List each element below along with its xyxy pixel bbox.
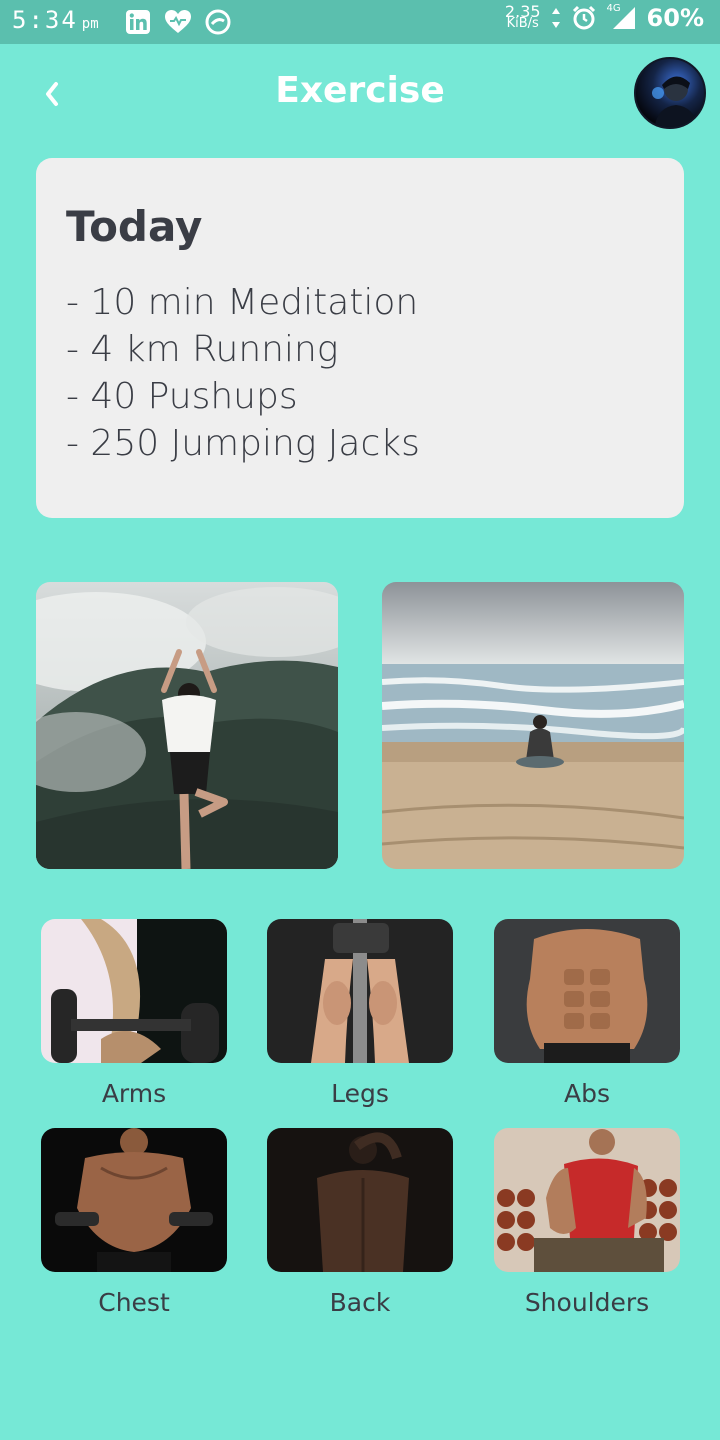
today-list: - 10 min Meditation - 4 km Running - 40 …: [66, 279, 654, 467]
status-ampm: pm: [81, 16, 99, 32]
body-part-abs[interactable]: Abs: [494, 919, 680, 1108]
legs-photo: [267, 919, 453, 1063]
network-speed: 2.35 KiB/s: [505, 4, 541, 31]
mountain-yoga-photo[interactable]: [36, 582, 338, 869]
status-right: 2.35 KiB/s 4G 60%: [505, 3, 704, 32]
network-speed-unit: KiB/s: [506, 16, 539, 31]
arms-photo: [41, 919, 227, 1063]
status-bar: 5:34 pm 2.35 KiB/s 4G 60%: [0, 0, 720, 44]
status-time: 5:34 pm: [12, 6, 99, 34]
network-type: 4G: [606, 3, 621, 14]
abs-label: Abs: [564, 1079, 610, 1108]
legs-label: Legs: [331, 1079, 389, 1108]
chest-label: Chest: [98, 1288, 170, 1317]
body-part-shoulders[interactable]: Shoulders: [494, 1128, 680, 1317]
abs-photo: [494, 919, 680, 1063]
today-item: - 40 Pushups: [66, 376, 298, 417]
today-card: Today - 10 min Meditation - 4 km Running…: [36, 158, 684, 518]
notification-icons: [124, 8, 232, 36]
back-label: Back: [329, 1288, 391, 1317]
today-title: Today: [66, 202, 203, 251]
app-circle-icon: [204, 8, 232, 36]
arms-label: Arms: [101, 1079, 167, 1108]
beach-meditation-photo[interactable]: [382, 582, 684, 869]
linkedin-icon: [124, 8, 152, 36]
profile-avatar[interactable]: [634, 57, 706, 129]
avatar-person-icon: [652, 76, 698, 127]
alarm-icon: [572, 5, 595, 30]
health-heart-icon: [164, 8, 192, 36]
body-part-arms[interactable]: Arms: [41, 919, 227, 1108]
page-title: Exercise: [275, 70, 445, 111]
chest-photo: [41, 1128, 227, 1272]
today-item: - 250 Jumping Jacks: [66, 423, 420, 464]
body-part-legs[interactable]: Legs: [267, 919, 453, 1108]
data-arrows-icon: [551, 8, 560, 28]
body-part-back[interactable]: Back: [267, 1128, 453, 1317]
back-photo: [267, 1128, 453, 1272]
shoulders-label: Shoulders: [524, 1288, 650, 1317]
today-item: - 4 km Running: [66, 329, 339, 370]
shoulders-photo: [494, 1128, 680, 1272]
body-part-chest[interactable]: Chest: [41, 1128, 227, 1317]
today-item: - 10 min Meditation: [66, 282, 419, 323]
battery-percentage: 60%: [646, 4, 704, 32]
status-time-value: 5:34: [12, 6, 78, 34]
signal-icon: 4G: [606, 3, 637, 31]
